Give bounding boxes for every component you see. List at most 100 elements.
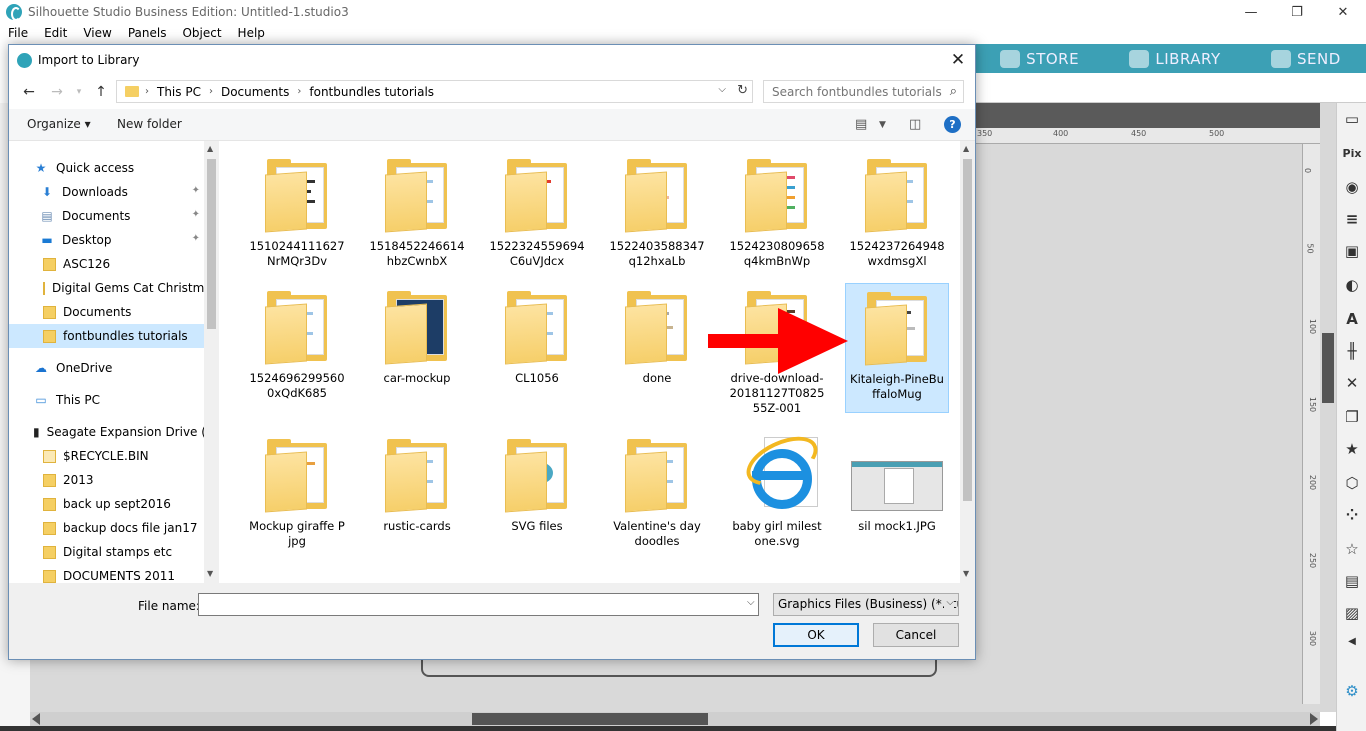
library-tab[interactable]: LIBRARY: [1129, 49, 1220, 68]
nav-item-back-up-sept2016[interactable]: back up sept2016: [9, 492, 204, 516]
file-item[interactable]: car-mockup: [365, 283, 469, 413]
nav-item-seagate-drive[interactable]: ▮ Seagate Expansion Drive (G:): [9, 420, 204, 444]
file-item[interactable]: baby girl milestone.svg: [725, 426, 829, 561]
scroll-left-arrow-icon[interactable]: [32, 713, 40, 725]
menu-help[interactable]: Help: [230, 26, 273, 40]
menu-object[interactable]: Object: [174, 26, 229, 40]
layers-icon[interactable]: ▤: [1342, 571, 1362, 591]
nav-item-digital-stamps[interactable]: Digital stamps etc: [9, 540, 204, 564]
scroll-right-arrow-icon[interactable]: [1310, 713, 1318, 725]
file-item[interactable]: SVG files: [485, 431, 589, 561]
nav-item-documents[interactable]: ▤ Documents ✦: [9, 204, 204, 228]
scroll-thumb[interactable]: [963, 159, 972, 501]
scroll-thumb[interactable]: [1322, 333, 1334, 403]
file-item[interactable]: 1510244111627NrMQr3Dv: [245, 151, 349, 281]
nav-item-documents-folder[interactable]: Documents: [9, 300, 204, 324]
help-icon[interactable]: ?: [944, 116, 961, 133]
page-setup-icon[interactable]: ▭: [1342, 109, 1362, 129]
file-item[interactable]: 1522403588347q12hxaLb: [605, 151, 709, 281]
file-list-scrollbar[interactable]: ▲ ▼: [960, 141, 975, 583]
nav-item-2013[interactable]: 2013: [9, 468, 204, 492]
scroll-thumb[interactable]: [207, 159, 216, 329]
sketch-icon[interactable]: ▨: [1342, 603, 1362, 623]
file-item[interactable]: 1524230809658q4kmBnWp: [725, 151, 829, 281]
text-style-icon[interactable]: A: [1342, 309, 1362, 329]
offset-icon[interactable]: ⬡: [1342, 473, 1362, 493]
file-item[interactable]: 15246962995600xQdK685: [245, 283, 349, 413]
pix-icon[interactable]: Pix: [1342, 143, 1362, 163]
nav-item-documents-2011[interactable]: DOCUMENTS 2011: [9, 564, 204, 583]
file-item[interactable]: 1518452246614hbzCwnbX: [365, 151, 469, 281]
nav-item-recycle-bin[interactable]: $RECYCLE.BIN: [9, 444, 204, 468]
search-box[interactable]: ⌕: [763, 80, 964, 103]
recent-dropdown-icon[interactable]: ▾: [69, 82, 89, 102]
nav-item-fontbundles-tutorials[interactable]: fontbundles tutorials: [9, 324, 204, 348]
transform-icon[interactable]: ✕: [1342, 373, 1362, 393]
scroll-up-arrow-icon[interactable]: ▲: [207, 144, 213, 153]
file-item[interactable]: Mockup giraffe Pjpg: [245, 431, 349, 561]
file-item[interactable]: done: [605, 283, 709, 413]
ok-button[interactable]: OK: [773, 623, 859, 647]
contrast-icon[interactable]: ◐: [1342, 275, 1362, 295]
nav-item-digital-gems[interactable]: Digital Gems Cat Christmas: [9, 276, 204, 300]
file-name-input[interactable]: [198, 593, 759, 616]
trace-icon[interactable]: ⁘: [1342, 505, 1362, 525]
chevron-down-icon[interactable]: ⌵: [718, 84, 726, 95]
dialog-close-button[interactable]: ✕: [947, 49, 969, 71]
nav-scrollbar[interactable]: ▲ ▼: [204, 141, 219, 583]
restore-button[interactable]: ❐: [1274, 0, 1320, 24]
collapse-arrow-icon[interactable]: ◀: [1342, 631, 1362, 651]
canvas-horizontal-scrollbar[interactable]: [30, 712, 1320, 726]
nav-item-downloads[interactable]: ⬇ Downloads ✦: [9, 180, 204, 204]
star-outline-icon[interactable]: ☆: [1342, 539, 1362, 559]
search-icon[interactable]: ⌕: [950, 84, 957, 99]
file-item[interactable]: 1522324559694C6uVJdcx: [485, 151, 589, 281]
close-window-button[interactable]: ✕: [1320, 0, 1366, 24]
settings-gear-icon[interactable]: ⚙: [1342, 681, 1362, 701]
view-dropdown-icon[interactable]: ▼: [879, 120, 886, 130]
cancel-button[interactable]: Cancel: [873, 623, 959, 647]
fill-color-icon[interactable]: ◉: [1342, 177, 1362, 197]
up-arrow-icon[interactable]: ↑: [91, 82, 111, 102]
menu-edit[interactable]: Edit: [36, 26, 75, 40]
file-item[interactable]: sil mock1.JPG: [845, 431, 949, 561]
file-type-select[interactable]: Graphics Files (Business) (*.studio3 ⌵: [773, 593, 959, 616]
line-style-icon[interactable]: ≡: [1342, 209, 1362, 229]
refresh-icon[interactable]: ↻: [737, 83, 748, 98]
search-input[interactable]: [772, 84, 942, 99]
menu-panels[interactable]: Panels: [120, 26, 175, 40]
file-item-selected[interactable]: Kitaleigh-PineBuffaloMug: [845, 283, 949, 413]
breadcrumb-fontbundles-tutorials[interactable]: fontbundles tutorials: [309, 85, 434, 99]
breadcrumb-documents[interactable]: Documents: [221, 85, 289, 99]
file-item[interactable]: CL1056: [485, 283, 589, 413]
menu-view[interactable]: View: [75, 26, 119, 40]
nav-item-asc126[interactable]: ASC126: [9, 252, 204, 276]
minimize-button[interactable]: —: [1228, 0, 1274, 24]
scroll-thumb[interactable]: [472, 713, 708, 725]
nav-item-backup-docs[interactable]: backup docs file jan17: [9, 516, 204, 540]
back-arrow-icon[interactable]: ←: [19, 82, 39, 102]
align-icon[interactable]: ╫: [1342, 341, 1362, 361]
modify-icon[interactable]: ★: [1342, 439, 1362, 459]
image-effects-icon[interactable]: ▣: [1342, 241, 1362, 261]
nav-item-desktop[interactable]: ▬ Desktop ✦: [9, 228, 204, 252]
canvas-vertical-scrollbar[interactable]: [1320, 103, 1336, 712]
file-item[interactable]: rustic-cards: [365, 431, 469, 561]
scroll-down-arrow-icon[interactable]: ▼: [963, 569, 969, 578]
preview-pane-icon[interactable]: ◫: [909, 117, 921, 132]
file-item[interactable]: Valentine's day doodles: [605, 431, 709, 561]
menu-file[interactable]: File: [0, 26, 36, 40]
nav-item-onedrive[interactable]: ☁ OneDrive: [9, 356, 204, 380]
new-folder-button[interactable]: New folder: [117, 117, 182, 131]
scroll-down-arrow-icon[interactable]: ▼: [207, 569, 213, 578]
organize-button[interactable]: Organize ▾: [27, 117, 91, 131]
breadcrumb-this-pc[interactable]: This PC: [157, 85, 201, 99]
nav-item-this-pc[interactable]: ▭ This PC: [9, 388, 204, 412]
address-bar[interactable]: › This PC › Documents › fontbundles tuto…: [116, 80, 753, 103]
send-tab[interactable]: SEND: [1271, 49, 1341, 68]
forward-arrow-icon[interactable]: →: [47, 82, 67, 102]
store-tab[interactable]: STORE: [1000, 49, 1079, 68]
replicate-icon[interactable]: ❐: [1342, 407, 1362, 427]
scroll-up-arrow-icon[interactable]: ▲: [963, 144, 969, 153]
nav-item-quick-access[interactable]: ★ Quick access: [9, 156, 204, 180]
